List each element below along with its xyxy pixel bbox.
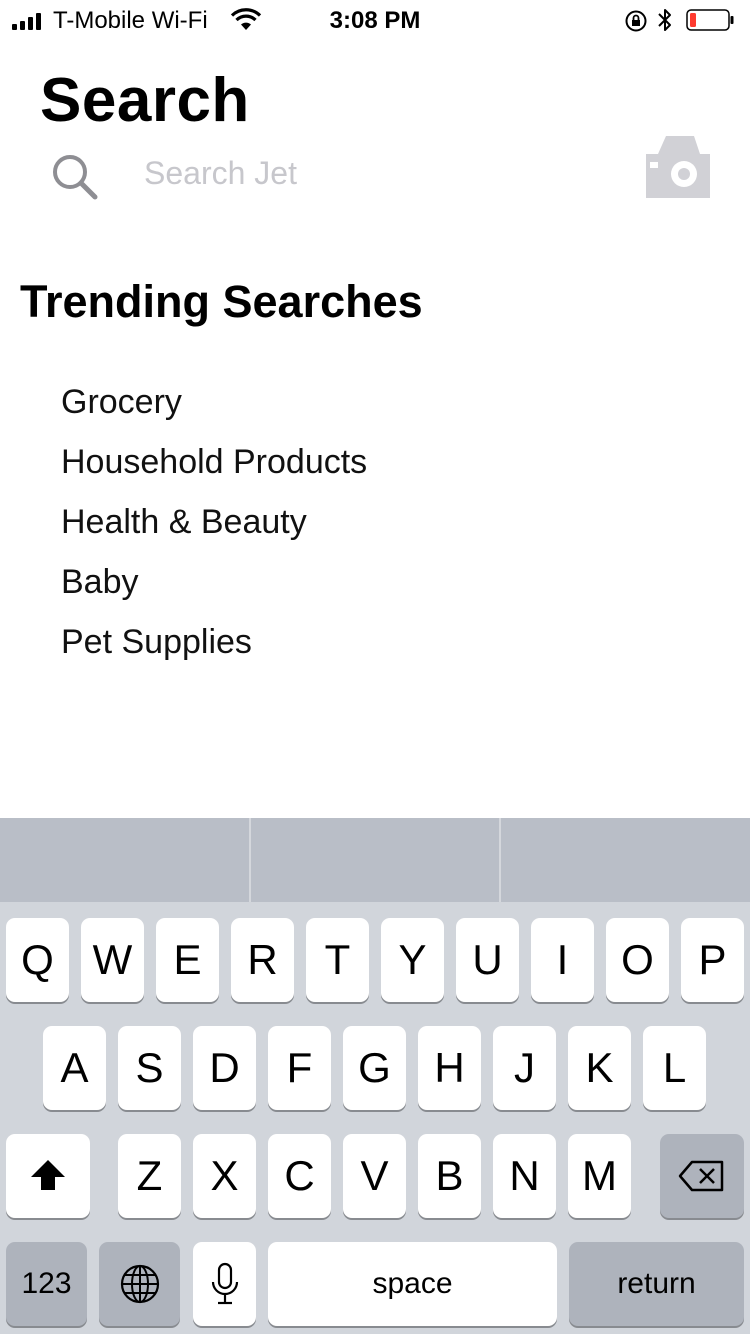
key-q[interactable]: Q bbox=[6, 918, 69, 1002]
dictation-key[interactable] bbox=[193, 1242, 256, 1326]
key-o[interactable]: O bbox=[606, 918, 669, 1002]
key-h[interactable]: H bbox=[418, 1026, 481, 1110]
trending-item-grocery[interactable]: Grocery bbox=[61, 372, 367, 432]
return-key[interactable]: return bbox=[569, 1242, 744, 1326]
globe-icon bbox=[120, 1264, 159, 1304]
bluetooth-icon bbox=[658, 9, 671, 31]
key-r[interactable]: R bbox=[231, 918, 294, 1002]
search-input[interactable] bbox=[140, 148, 608, 198]
key-c[interactable]: C bbox=[268, 1134, 331, 1218]
key-g[interactable]: G bbox=[343, 1026, 406, 1110]
key-s[interactable]: S bbox=[118, 1026, 181, 1110]
suggestion-slot[interactable] bbox=[251, 818, 502, 902]
space-key[interactable]: space bbox=[268, 1242, 557, 1326]
search-icon bbox=[53, 155, 98, 200]
key-a[interactable]: A bbox=[43, 1026, 106, 1110]
backspace-icon bbox=[678, 1160, 724, 1192]
trending-item-household-products[interactable]: Household Products bbox=[61, 432, 367, 492]
key-z[interactable]: Z bbox=[118, 1134, 181, 1218]
key-u[interactable]: U bbox=[456, 918, 519, 1002]
key-x[interactable]: X bbox=[193, 1134, 256, 1218]
key-m[interactable]: M bbox=[568, 1134, 631, 1218]
key-l[interactable]: L bbox=[643, 1026, 706, 1110]
key-f[interactable]: F bbox=[268, 1026, 331, 1110]
camera-icon[interactable] bbox=[644, 132, 712, 200]
key-b[interactable]: B bbox=[418, 1134, 481, 1218]
suggestion-slot[interactable] bbox=[0, 818, 251, 902]
suggestion-slot[interactable] bbox=[501, 818, 750, 902]
key-k[interactable]: K bbox=[568, 1026, 631, 1110]
key-v[interactable]: V bbox=[343, 1134, 406, 1218]
microphone-icon bbox=[211, 1262, 238, 1305]
key-j[interactable]: J bbox=[493, 1026, 556, 1110]
key-y[interactable]: Y bbox=[381, 918, 444, 1002]
trending-list: Grocery Household Products Health & Beau… bbox=[61, 372, 367, 672]
numbers-key[interactable]: 123 bbox=[6, 1242, 87, 1326]
globe-key[interactable] bbox=[99, 1242, 180, 1326]
keyboard: Q W E R T Y U I O P A S D F G H J K L Z … bbox=[0, 818, 750, 1334]
key-t[interactable]: T bbox=[306, 918, 369, 1002]
page-title: Search bbox=[40, 66, 250, 135]
shift-key[interactable] bbox=[6, 1134, 90, 1218]
delete-key[interactable] bbox=[660, 1134, 744, 1218]
key-n[interactable]: N bbox=[493, 1134, 556, 1218]
search-bar bbox=[0, 136, 750, 208]
status-bar: T-Mobile Wi-Fi 3:08 PM bbox=[0, 0, 750, 40]
trending-item-baby[interactable]: Baby bbox=[61, 552, 367, 612]
key-p[interactable]: P bbox=[681, 918, 744, 1002]
suggestion-bar bbox=[0, 818, 750, 902]
trending-item-pet-supplies[interactable]: Pet Supplies bbox=[61, 612, 367, 672]
battery-icon bbox=[686, 9, 734, 31]
key-w[interactable]: W bbox=[81, 918, 144, 1002]
trending-title: Trending Searches bbox=[20, 276, 423, 327]
orientation-lock-icon bbox=[625, 10, 647, 32]
key-i[interactable]: I bbox=[531, 918, 594, 1002]
key-d[interactable]: D bbox=[193, 1026, 256, 1110]
shift-icon bbox=[31, 1160, 65, 1190]
trending-item-health-beauty[interactable]: Health & Beauty bbox=[61, 492, 367, 552]
key-e[interactable]: E bbox=[156, 918, 219, 1002]
